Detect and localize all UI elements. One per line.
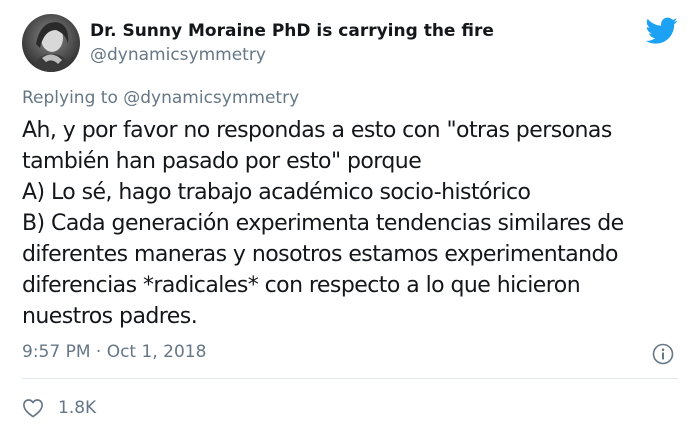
heart-icon[interactable] [22,398,44,418]
like-button[interactable]: 1.8K [22,396,96,420]
tweet-text-line: Ah, y por favor no respondas a esto con … [22,118,612,143]
tweet-text-line: diferencias *radicales* con respecto a l… [22,273,581,298]
tweet-text-line: también han pasado por esto" porque [22,149,422,174]
tweet-text-line: B) Cada generación experimenta tendencia… [22,211,624,236]
tweet-text-line: diferentes maneras y nosotros estamos ex… [22,242,618,267]
info-icon[interactable] [652,343,674,365]
tweet-text: Ah, y por favor no respondas a esto con … [22,115,682,332]
divider [22,378,678,379]
like-count: 1.8K [58,398,97,418]
display-name[interactable]: Dr. Sunny Moraine PhD is carrying the fi… [90,21,494,41]
timestamp[interactable]: 9:57 PM · Oct 1, 2018 [22,342,206,362]
user-handle[interactable]: @dynamicsymmetry [90,45,266,65]
replying-to[interactable]: Replying to @dynamicsymmetry [22,88,299,108]
twitter-bird-icon[interactable] [646,17,678,45]
avatar[interactable] [22,14,80,72]
tweet-card: Dr. Sunny Moraine PhD is carrying the fi… [0,0,700,433]
tweet-text-line: nuestros padres. [22,304,198,329]
tweet-text-line: A) Lo sé, hago trabajo académico socio-h… [22,180,531,205]
